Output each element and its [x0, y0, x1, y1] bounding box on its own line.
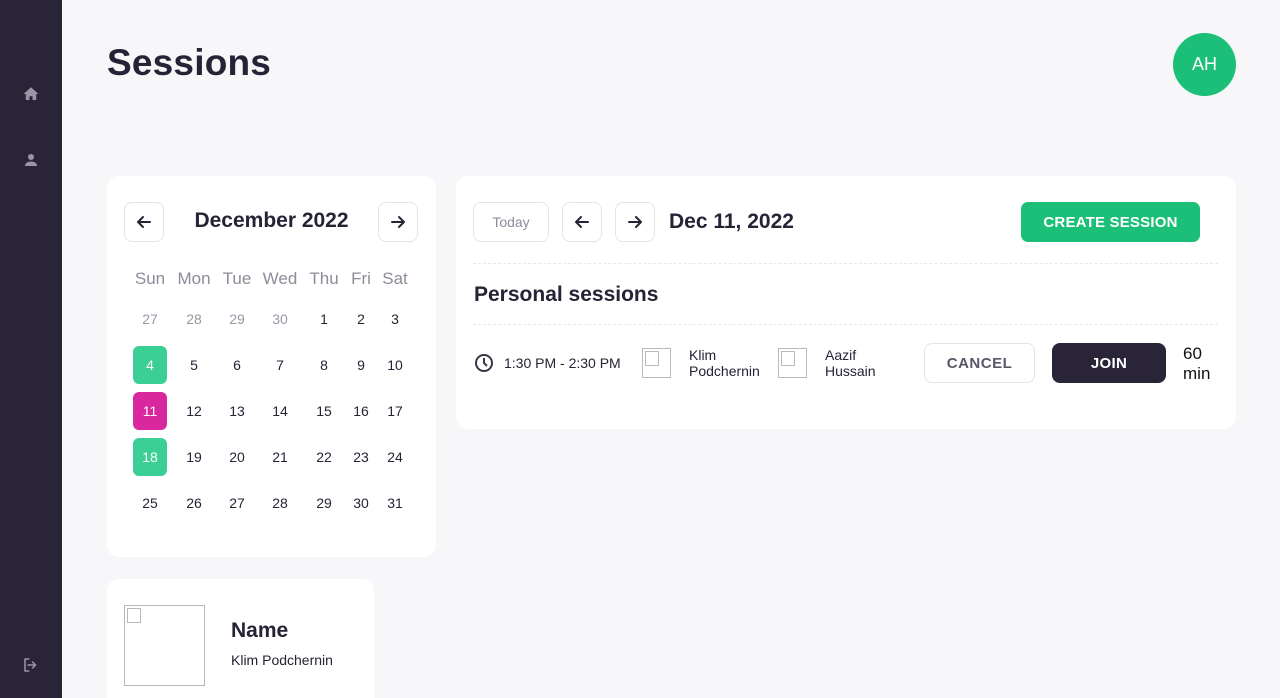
calendar-day[interactable]: 29: [307, 484, 341, 522]
calendar-day[interactable]: 2: [344, 300, 378, 338]
participant-first-name: Klim: [689, 347, 717, 363]
calendar-day[interactable]: 13: [220, 392, 254, 430]
calendar-day[interactable]: 11: [133, 392, 167, 430]
calendar-day[interactable]: 22: [307, 438, 341, 476]
calendar-day[interactable]: 6: [220, 346, 254, 384]
calendar-day[interactable]: 8: [307, 346, 341, 384]
section-title: Personal sessions: [474, 283, 659, 306]
calendar-day[interactable]: 15: [307, 392, 341, 430]
calendar-day[interactable]: 28: [263, 484, 297, 522]
calendar-day[interactable]: 30: [263, 300, 297, 338]
calendar-day[interactable]: 27: [133, 300, 167, 338]
calendar-day[interactable]: 23: [344, 438, 378, 476]
profile-name-value: Klim Podchernin: [231, 652, 333, 668]
divider: [473, 324, 1218, 325]
logout-icon[interactable]: [21, 655, 41, 675]
calendar-day[interactable]: 27: [220, 484, 254, 522]
calendar-day[interactable]: 17: [378, 392, 412, 430]
today-button[interactable]: Today: [473, 202, 549, 242]
clock-icon: [474, 353, 494, 373]
participant-image-placeholder: [642, 348, 671, 378]
sessions-card: Today Dec 11, 2022 CREATE SESSION Person…: [456, 176, 1236, 429]
session-duration: 60 min: [1183, 344, 1210, 384]
sessions-next-button[interactable]: [615, 202, 655, 242]
participant-image-placeholder: [778, 348, 807, 378]
sidebar: [0, 0, 62, 698]
participant-last-name: Hussain: [825, 363, 876, 379]
participant-name: Aazif Hussain: [825, 347, 876, 379]
duration-unit: min: [1183, 364, 1211, 383]
calendar-day[interactable]: 7: [263, 346, 297, 384]
session-time: 1:30 PM - 2:30 PM: [504, 355, 621, 371]
calendar-day[interactable]: 10: [378, 346, 412, 384]
calendar-day[interactable]: 3: [378, 300, 412, 338]
calendar-day[interactable]: 21: [263, 438, 297, 476]
calendar-day[interactable]: 28: [177, 300, 211, 338]
calendar-day[interactable]: 24: [378, 438, 412, 476]
arrow-left-icon: [575, 216, 589, 228]
calendar-day[interactable]: 25: [133, 484, 167, 522]
calendar-days-grid: 27 28 29 30 1 2 3 4 5 6 7 8 9 10 11 12 13 14 15 16 17 18 19 20 2…: [107, 176, 436, 557]
calendar-day[interactable]: 12: [177, 392, 211, 430]
cancel-session-button[interactable]: CANCEL: [924, 343, 1035, 383]
home-icon[interactable]: [21, 84, 41, 104]
arrow-right-icon: [628, 216, 642, 228]
duration-value: 60: [1183, 344, 1202, 363]
profile-image-placeholder: [124, 605, 205, 686]
calendar-day[interactable]: 16: [344, 392, 378, 430]
calendar-day[interactable]: 19: [177, 438, 211, 476]
user-icon[interactable]: [21, 150, 41, 170]
calendar-day[interactable]: 30: [344, 484, 378, 522]
calendar-card: December 2022 Sun Mon Tue Wed Thu Fri Sat 27 28…: [107, 176, 436, 557]
calendar-day[interactable]: 31: [378, 484, 412, 522]
calendar-day[interactable]: 18: [133, 438, 167, 476]
calendar-day[interactable]: 4: [133, 346, 167, 384]
calendar-day[interactable]: 5: [177, 346, 211, 384]
calendar-day[interactable]: 1: [307, 300, 341, 338]
user-avatar[interactable]: AH: [1173, 33, 1236, 96]
calendar-day[interactable]: 26: [177, 484, 211, 522]
participant-last-name: Podchernin: [689, 363, 760, 379]
calendar-day[interactable]: 29: [220, 300, 254, 338]
divider: [473, 263, 1218, 264]
page-title: Sessions: [107, 42, 272, 83]
participant-first-name: Aazif: [825, 347, 857, 363]
sessions-prev-button[interactable]: [562, 202, 602, 242]
calendar-day[interactable]: 9: [344, 346, 378, 384]
join-session-button[interactable]: JOIN: [1052, 343, 1166, 383]
participant-name: Klim Podchernin: [689, 347, 760, 379]
current-date-label: Dec 11, 2022: [669, 210, 794, 233]
profile-name-label: Name: [231, 619, 289, 642]
calendar-day[interactable]: 14: [263, 392, 297, 430]
create-session-button[interactable]: CREATE SESSION: [1021, 202, 1200, 242]
profile-card: Name Klim Podchernin: [107, 579, 374, 698]
calendar-day[interactable]: 20: [220, 438, 254, 476]
